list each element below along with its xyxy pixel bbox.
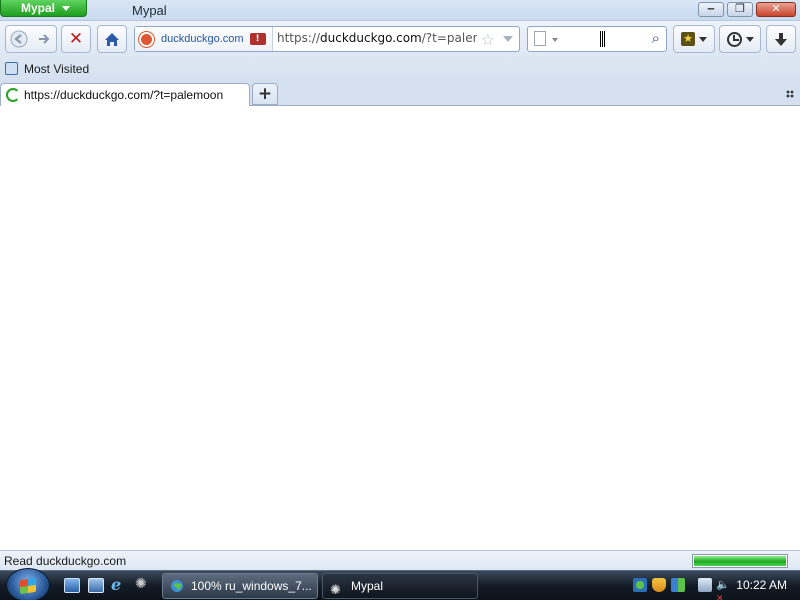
tab-label: https://duckduckgo.com/?t=palemoon bbox=[24, 88, 224, 102]
search-bar[interactable]: ⌕ bbox=[527, 26, 667, 52]
history-button[interactable] bbox=[719, 25, 761, 53]
chevron-down-icon bbox=[699, 36, 707, 42]
back-button[interactable] bbox=[6, 26, 31, 52]
stop-group: ✕ bbox=[61, 25, 91, 53]
chevron-down-icon bbox=[62, 6, 70, 11]
home-group bbox=[97, 25, 127, 53]
downloads-button[interactable] bbox=[766, 25, 796, 53]
plus-icon: + bbox=[257, 84, 273, 104]
taskbar-button-download[interactable]: 100% ru_windows_7... bbox=[162, 573, 318, 599]
status-text: Read duckduckgo.com bbox=[4, 554, 127, 568]
switch-windows-icon[interactable] bbox=[88, 578, 104, 593]
taskbar-button-mypal[interactable]: ✺ Mypal bbox=[322, 573, 478, 599]
minimize-icon: ‒ bbox=[707, 2, 715, 15]
maximize-icon: ❐ bbox=[735, 2, 745, 15]
site-identity-button[interactable]: duckduckgo.com ! bbox=[135, 27, 273, 51]
volume-muted-icon[interactable]: 🔈✕ bbox=[716, 578, 730, 600]
search-icon[interactable]: ⌕ bbox=[652, 29, 660, 47]
app-menu-button[interactable]: Mypal bbox=[0, 0, 87, 17]
window-title: Mypal bbox=[132, 3, 167, 18]
home-button[interactable] bbox=[98, 26, 126, 52]
tab-active[interactable]: https://duckduckgo.com/?t=palemoon bbox=[0, 83, 250, 107]
back-forward-group bbox=[5, 25, 57, 53]
title-bar: Mypal Mypal ‒ ❐ ✕ bbox=[0, 0, 800, 21]
search-engine-page-icon[interactable] bbox=[534, 31, 546, 46]
minimize-button[interactable]: ‒ bbox=[698, 2, 724, 17]
url-input[interactable]: https://duckduckgo.com/?t=palemoo bbox=[277, 31, 477, 45]
loading-throbber-icon bbox=[6, 88, 20, 102]
bookmarks-toolbar: Most Visited bbox=[0, 57, 800, 82]
mypal-quicklaunch-icon[interactable]: ✺ bbox=[135, 576, 151, 592]
url-domain: duckduckgo.com bbox=[320, 31, 422, 45]
taskbar-button-label: Mypal bbox=[351, 579, 384, 593]
home-icon bbox=[105, 32, 119, 46]
mixed-content-lock-icon[interactable]: ! bbox=[249, 33, 266, 45]
duckduckgo-favicon-icon bbox=[139, 31, 154, 47]
chevron-down-icon bbox=[745, 36, 754, 42]
system-clock[interactable]: 10:22 AM bbox=[736, 578, 787, 592]
close-icon: ✕ bbox=[771, 2, 781, 15]
progress-fill bbox=[694, 556, 786, 566]
identity-domain: duckduckgo.com bbox=[161, 33, 244, 45]
bookmark-star-icon[interactable]: ☆ bbox=[481, 30, 495, 49]
windows-logo-icon bbox=[20, 577, 36, 595]
download-arrow-icon bbox=[775, 32, 787, 46]
navigation-toolbar: ✕ duckduckgo.com ! https://duckduckgo.co… bbox=[0, 21, 800, 57]
network-globe-icon[interactable] bbox=[633, 578, 647, 592]
url-bar[interactable]: duckduckgo.com ! https://duckduckgo.com/… bbox=[134, 26, 520, 52]
url-prefix: https:// bbox=[277, 31, 321, 45]
bookmarks-menu-button[interactable]: ★ bbox=[673, 25, 715, 53]
start-button[interactable] bbox=[6, 568, 50, 600]
search-engine-dropdown-icon[interactable] bbox=[552, 38, 558, 42]
history-clock-icon bbox=[726, 31, 742, 47]
forward-button[interactable] bbox=[31, 26, 56, 52]
security-shield-icon[interactable] bbox=[652, 578, 666, 592]
list-all-tabs-icon[interactable] bbox=[786, 90, 794, 98]
mypal-app-icon: ✺ bbox=[330, 582, 341, 597]
close-window-button[interactable]: ✕ bbox=[756, 2, 796, 17]
internet-explorer-icon[interactable]: e bbox=[111, 575, 127, 594]
stop-icon: ✕ bbox=[68, 29, 84, 49]
back-arrow-icon bbox=[10, 30, 27, 48]
url-suffix: /?t=palemoo bbox=[421, 31, 477, 45]
bookmark-most-visited[interactable]: Most Visited bbox=[24, 62, 89, 76]
maximize-button[interactable]: ❐ bbox=[727, 2, 753, 17]
network-status-icon[interactable] bbox=[698, 578, 712, 592]
page-load-progress-bar bbox=[692, 554, 788, 568]
download-globe-icon bbox=[171, 580, 183, 592]
show-desktop-icon[interactable] bbox=[64, 578, 80, 593]
bookmarks-star-icon: ★ bbox=[681, 32, 695, 46]
url-history-dropdown-icon[interactable] bbox=[503, 36, 513, 42]
taskbar: e ✺ 100% ru_windows_7... ✺ Mypal 🔈✕ 10:2… bbox=[0, 568, 800, 600]
action-center-icon[interactable] bbox=[671, 578, 685, 592]
most-visited-folder-icon bbox=[5, 62, 18, 75]
text-cursor-icon bbox=[600, 31, 605, 47]
tab-strip: https://duckduckgo.com/?t=palemoon + bbox=[0, 82, 800, 107]
taskbar-button-label: 100% ru_windows_7... bbox=[191, 579, 312, 593]
status-bar: Read duckduckgo.com bbox=[0, 550, 800, 570]
stop-button[interactable]: ✕ bbox=[62, 26, 90, 52]
new-tab-button[interactable]: + bbox=[252, 83, 278, 105]
caption-buttons: ‒ ❐ ✕ bbox=[698, 2, 796, 17]
forward-arrow-icon bbox=[38, 34, 49, 44]
page-content[interactable] bbox=[0, 106, 800, 550]
app-menu-label: Mypal bbox=[21, 1, 56, 15]
